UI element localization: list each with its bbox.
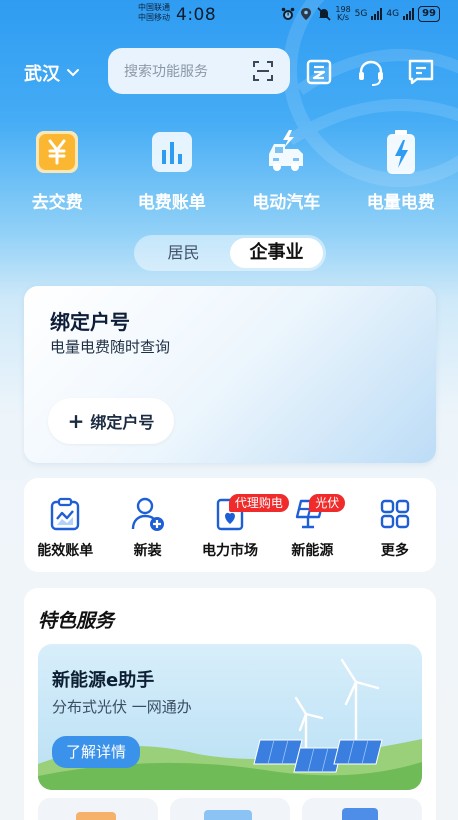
banner-subtitle: 分布式光伏 一网通办 — [52, 698, 192, 716]
battery-bolt-icon — [386, 130, 415, 174]
new-energy-banner[interactable]: 新能源e助手 分布式光伏 一网通办 了解详情 — [38, 644, 422, 790]
quick-action-label: 去交费 — [31, 193, 83, 213]
plus-icon: + — [67, 409, 85, 433]
banner-title: 新能源e助手 — [52, 670, 155, 691]
service-label: 能效账单 — [37, 543, 94, 559]
service-label: 新装 — [133, 543, 162, 559]
quick-actions: 去交费 电费账单 电动汽车 电量电费 — [0, 128, 458, 213]
search-input[interactable]: 搜索功能服务 — [108, 48, 290, 94]
more-service-cards — [38, 798, 422, 820]
top-header: 武汉 搜索功能服务 — [0, 48, 458, 94]
search-placeholder: 搜索功能服务 — [124, 64, 208, 80]
bind-account-button[interactable]: + 绑定户号 — [48, 398, 174, 444]
customer-service-icon[interactable] — [356, 58, 386, 88]
learn-more-button[interactable]: 了解详情 — [52, 736, 141, 768]
service-efficiency-report[interactable]: 能效账单 — [24, 478, 106, 572]
service-grid: 能效账单 新装 电力市场 代理购电 新能源 光伏 更多 — [24, 478, 436, 572]
status-clock: 4:08 — [176, 5, 217, 25]
service-label: 新能源 — [291, 543, 334, 559]
bill-icon[interactable] — [305, 58, 333, 86]
scan-icon[interactable] — [252, 60, 274, 82]
yuan-icon — [36, 131, 79, 173]
promo-badge: 光伏 — [309, 494, 346, 512]
service-new-energy[interactable]: 新能源 光伏 — [271, 478, 353, 572]
quick-action-ev[interactable]: 电动汽车 — [229, 128, 344, 213]
new-user-icon — [131, 497, 164, 531]
electric-car-icon — [269, 130, 304, 171]
chevron-down-icon — [67, 69, 79, 77]
bind-button-label: 绑定户号 — [90, 413, 155, 432]
tab-resident[interactable]: 居民 — [137, 238, 230, 268]
featured-services: 特色服务 新能源e助手 分布式光伏 一网通办 了解详情 — [24, 588, 436, 820]
service-card[interactable] — [38, 798, 158, 820]
bar-chart-icon — [151, 132, 192, 172]
quick-action-bill[interactable]: 电费账单 — [115, 128, 230, 213]
bind-card-title: 绑定户号 — [50, 310, 130, 334]
tab-enterprise[interactable]: 企事业 — [230, 238, 323, 268]
service-new-install[interactable]: 新装 — [106, 478, 188, 572]
quick-action-label: 电费账单 — [137, 193, 206, 213]
efficiency-report-icon — [51, 497, 80, 531]
service-label: 更多 — [380, 543, 409, 559]
card-thumbnail-icon — [76, 812, 116, 820]
carrier-2: 中国移动 — [138, 13, 170, 22]
grid-more-icon — [380, 499, 410, 529]
service-card[interactable] — [170, 798, 290, 820]
section-title: 特色服务 — [38, 610, 115, 632]
city-selector[interactable]: 武汉 — [24, 60, 80, 86]
quick-action-label: 电动汽车 — [252, 193, 321, 213]
bind-card-subtitle: 电量电费随时查询 — [50, 338, 171, 356]
card-thumbnail-icon — [342, 808, 378, 820]
message-icon[interactable] — [407, 58, 435, 86]
quick-action-usage[interactable]: 电量电费 — [344, 128, 458, 213]
quick-action-label: 电量电费 — [366, 193, 435, 213]
user-type-switch: 居民 企事业 — [134, 235, 326, 271]
service-more[interactable]: 更多 — [354, 478, 436, 572]
card-thumbnail-icon — [204, 810, 252, 820]
service-label: 电力市场 — [202, 543, 259, 559]
city-name: 武汉 — [24, 64, 60, 85]
carrier-names: 中国联通 中国移动 — [138, 3, 170, 23]
carrier-1: 中国联通 — [138, 3, 170, 12]
bind-account-card: 绑定户号 电量电费随时查询 + 绑定户号 — [24, 286, 436, 463]
service-card[interactable] — [302, 798, 422, 820]
quick-action-pay[interactable]: 去交费 — [0, 128, 115, 213]
service-power-market[interactable]: 电力市场 代理购电 — [189, 478, 289, 572]
